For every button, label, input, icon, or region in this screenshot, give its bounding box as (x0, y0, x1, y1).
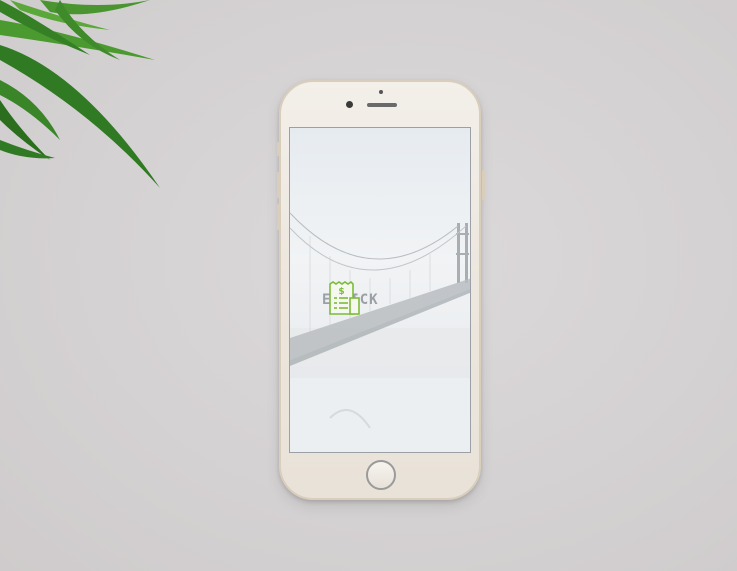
smartphone: E-TICK $ (277, 80, 485, 500)
receipt-dollar-icon: $ (329, 280, 360, 315)
app-logo: E-TICK $ (322, 280, 379, 320)
bridge-background-image (290, 128, 470, 452)
mute-switch (277, 142, 280, 156)
app-splash-screen[interactable]: E-TICK $ (289, 127, 471, 453)
plant-leaves-icon (0, 0, 160, 188)
front-camera-icon (346, 101, 353, 108)
power-button (482, 170, 485, 200)
volume-down-button (277, 204, 280, 230)
volume-up-button (277, 172, 280, 198)
proximity-sensor (379, 90, 383, 94)
home-button[interactable] (366, 460, 396, 490)
svg-text:$: $ (338, 287, 344, 297)
earpiece-speaker-icon (367, 103, 397, 107)
